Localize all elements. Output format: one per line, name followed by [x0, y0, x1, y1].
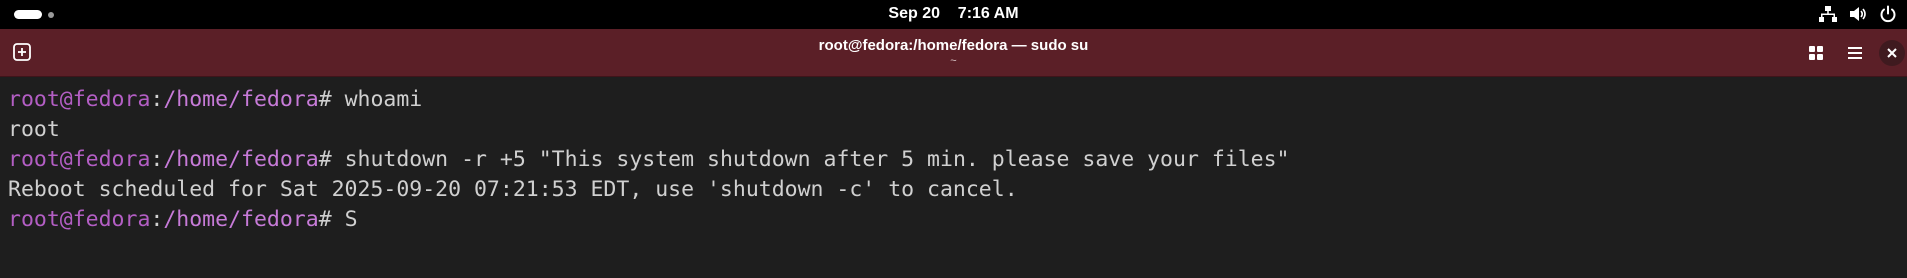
terminal-header-bar: root@fedora:/home/fedora — sudo su ~: [0, 29, 1907, 77]
command-text: whoami: [344, 87, 423, 112]
command-output: root: [8, 117, 60, 142]
close-icon[interactable]: [1886, 47, 1898, 59]
power-icon[interactable]: [1879, 5, 1897, 23]
prompt-symbol: #: [318, 147, 345, 172]
prompt-separator: :: [150, 147, 164, 172]
prompt-user-host: root@fedora: [8, 147, 151, 172]
window-subtitle: ~: [950, 55, 957, 67]
prompt-path: /home/fedora: [163, 207, 319, 232]
terminal-line: root@fedora:/home/fedora# S: [8, 205, 1907, 235]
terminal-line: root: [8, 115, 1907, 145]
date-time-clock[interactable]: Sep 20 7:16 AM: [0, 5, 1907, 23]
system-top-bar: Sep 20 7:16 AM: [0, 0, 1907, 29]
terminal-line: root@fedora:/home/fedora# shutdown -r +5…: [8, 145, 1907, 175]
prompt-path: /home/fedora: [163, 147, 319, 172]
prompt-user-host: root@fedora: [8, 87, 151, 112]
close-window-button[interactable]: [1879, 40, 1905, 66]
clock-date[interactable]: Sep 20: [888, 5, 940, 22]
prompt-symbol: #: [318, 87, 345, 112]
volume-icon[interactable]: [1849, 5, 1867, 23]
command-input[interactable]: S: [345, 207, 358, 232]
tab-overview-icon[interactable]: [1808, 45, 1824, 61]
prompt-separator: :: [150, 207, 164, 232]
prompt-path: /home/fedora: [163, 87, 319, 112]
prompt-separator: :: [150, 87, 164, 112]
window-title: root@fedora:/home/fedora — sudo su: [818, 37, 1089, 54]
terminal-line: root@fedora:/home/fedora# whoami: [8, 85, 1907, 115]
prompt-symbol: #: [318, 207, 345, 232]
prompt-user-host: root@fedora: [8, 207, 151, 232]
terminal-output[interactable]: root@fedora:/home/fedora# whoami root ro…: [0, 77, 1907, 278]
command-text: shutdown -r +5 "This system shutdown aft…: [344, 147, 1290, 172]
system-tray[interactable]: [1819, 5, 1897, 23]
terminal-line: Reboot scheduled for Sat 2025-09-20 07:2…: [8, 175, 1907, 205]
clock-time[interactable]: 7:16 AM: [958, 5, 1019, 22]
menu-icon[interactable]: [1847, 45, 1863, 61]
network-icon[interactable]: [1819, 5, 1837, 23]
tab-overview-button[interactable]: [1804, 41, 1828, 65]
main-menu-button[interactable]: [1843, 41, 1867, 65]
command-output: Reboot scheduled for Sat 2025-09-20 07:2…: [8, 177, 1018, 202]
